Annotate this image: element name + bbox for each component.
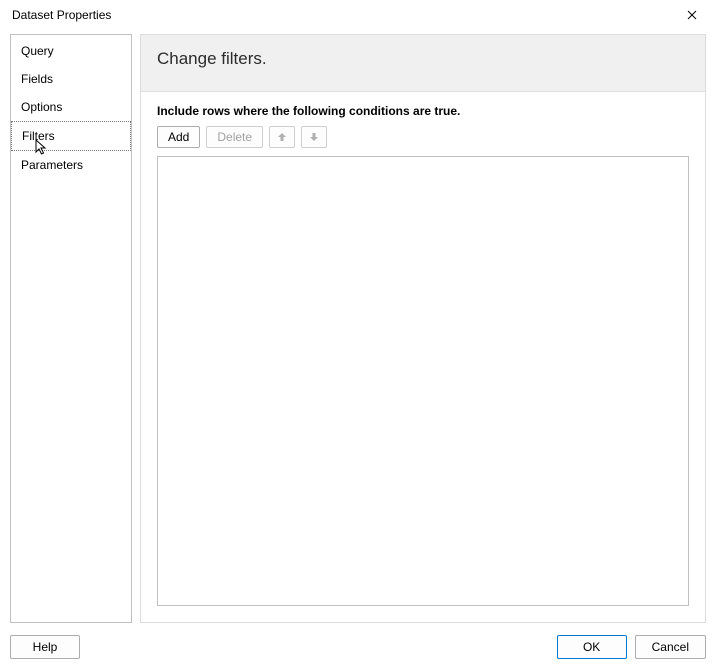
filter-toolbar: Add Delete	[157, 126, 689, 148]
dialog-title: Dataset Properties	[12, 8, 111, 22]
move-up-button[interactable]	[269, 126, 295, 148]
add-button[interactable]: Add	[157, 126, 200, 148]
sidebar-item-options[interactable]: Options	[11, 93, 131, 121]
arrow-up-icon	[277, 132, 287, 142]
sidebar-item-parameters[interactable]: Parameters	[11, 151, 131, 179]
sidebar-item-fields[interactable]: Fields	[11, 65, 131, 93]
filter-list[interactable]	[157, 156, 689, 606]
help-button[interactable]: Help	[10, 635, 80, 659]
content-area: Query Fields Options Filters Parameters …	[0, 30, 716, 623]
sidebar-item-label: Query	[21, 44, 54, 58]
titlebar: Dataset Properties	[0, 0, 716, 30]
dialog-window: Dataset Properties Query Fields Options …	[0, 0, 716, 671]
close-icon	[687, 10, 697, 20]
sidebar-item-label: Parameters	[21, 158, 83, 172]
delete-button[interactable]: Delete	[206, 126, 263, 148]
dialog-footer: Help OK Cancel	[0, 623, 716, 671]
main-body: Include rows where the following conditi…	[141, 92, 705, 622]
page-title: Change filters.	[157, 49, 689, 69]
sidebar-item-label: Options	[21, 100, 62, 114]
instruction-text: Include rows where the following conditi…	[157, 104, 689, 118]
arrow-down-icon	[309, 132, 319, 142]
main-panel: Change filters. Include rows where the f…	[140, 34, 706, 623]
move-down-button[interactable]	[301, 126, 327, 148]
sidebar-item-label: Filters	[22, 129, 55, 143]
main-header: Change filters.	[141, 35, 705, 92]
footer-right: OK Cancel	[557, 635, 706, 659]
close-button[interactable]	[676, 3, 708, 27]
sidebar-item-label: Fields	[21, 72, 53, 86]
sidebar-item-filters[interactable]: Filters	[11, 121, 131, 151]
sidebar: Query Fields Options Filters Parameters	[10, 34, 132, 623]
cancel-button[interactable]: Cancel	[635, 635, 706, 659]
sidebar-item-query[interactable]: Query	[11, 37, 131, 65]
ok-button[interactable]: OK	[557, 635, 627, 659]
